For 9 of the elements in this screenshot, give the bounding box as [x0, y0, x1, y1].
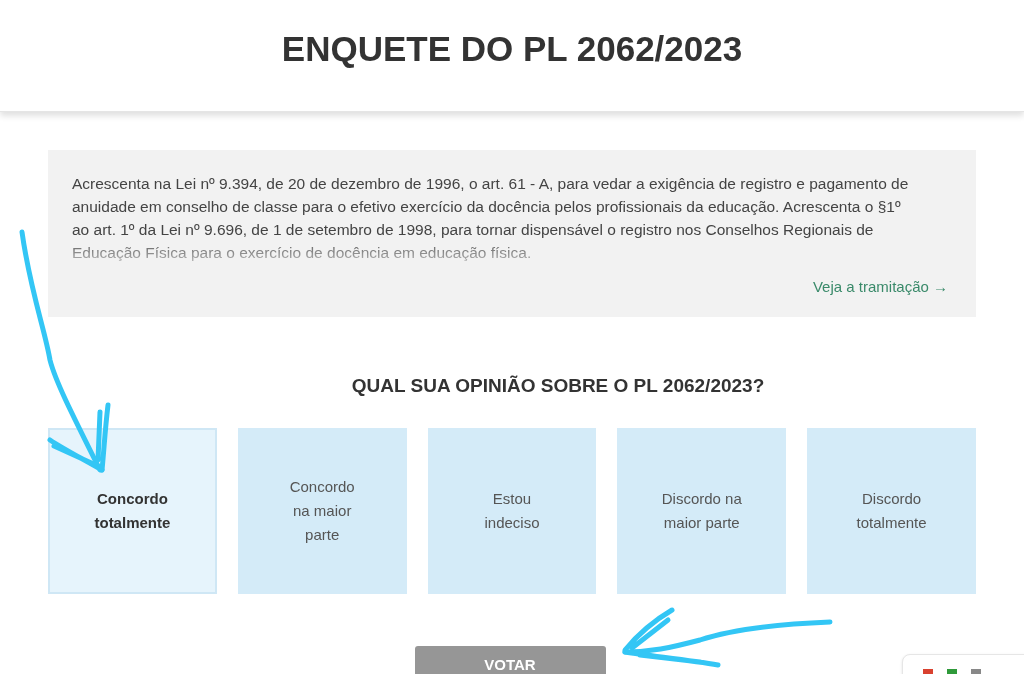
tramitacao-link[interactable]: Veja a tramitação →	[812, 276, 948, 299]
opinion-option[interactable]: Discordo na maior parte	[617, 428, 787, 594]
summary-text: Acrescenta na Lei nº 9.394, de 20 de dezembro de 1996, o art. 61 - A, para vedar a exigência de registro e pagamento de anuidade em conselho de classe para o efetivo exercício da docência pelos profissionais da educação. Acrescenta o §1º ao art. 1º da Lei nº 9.696, de 1 de setembro de 1998, para tornar dispensável o registro nos Conselhos Regionais de Educação Física para o exercício de docência em educação física.	[72, 174, 910, 263]
opinion-option[interactable]: Concordo na maior parte	[237, 428, 407, 594]
page-title: ENQUETE DO PL 2062/2023	[281, 28, 743, 71]
opinion-option[interactable]: Estou indeciso	[427, 428, 597, 594]
question-title: QUAL SUA OPINIÃO SOBRE O PL 2062/2023?	[350, 373, 766, 398]
opinion-option[interactable]: Concordo totalmente	[48, 428, 217, 594]
opinion-option[interactable]: Discordo totalmente	[807, 428, 976, 594]
